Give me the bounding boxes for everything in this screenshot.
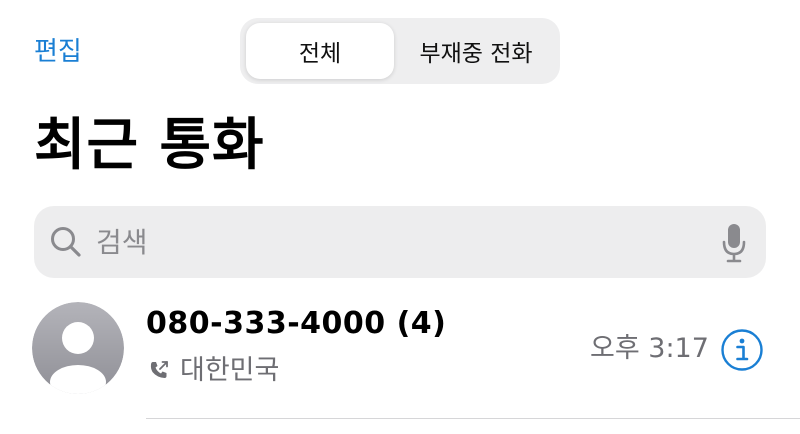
caller-location: 대한민국 [180, 355, 280, 386]
edit-button[interactable]: 편집 [34, 32, 82, 72]
search-icon [51, 227, 81, 257]
caller-number: 080-333-4000 (4) [146, 306, 447, 341]
segment-missed[interactable]: 부재중 전화 [398, 23, 554, 79]
segment-all[interactable]: 전체 [246, 23, 394, 79]
row-divider [146, 418, 800, 419]
recents-screen: 편집 전체 부재중 전화 최근 통화 검색 080-333-4000 (4) 대… [0, 0, 800, 434]
search-bar [34, 206, 766, 278]
microphone-icon[interactable] [720, 222, 748, 264]
contact-avatar-icon [32, 302, 124, 394]
call-filter-segmented-control: 전체 부재중 전화 [240, 18, 560, 84]
page-title: 최근 통화 [34, 113, 265, 178]
phone-outgoing-icon [150, 361, 168, 378]
call-time: 오후 3:17 [590, 333, 709, 364]
search-input[interactable] [96, 206, 696, 278]
recent-call-row[interactable]: 080-333-4000 (4) 대한민국 오후 3:17 [0, 296, 800, 420]
info-icon[interactable] [720, 328, 764, 372]
